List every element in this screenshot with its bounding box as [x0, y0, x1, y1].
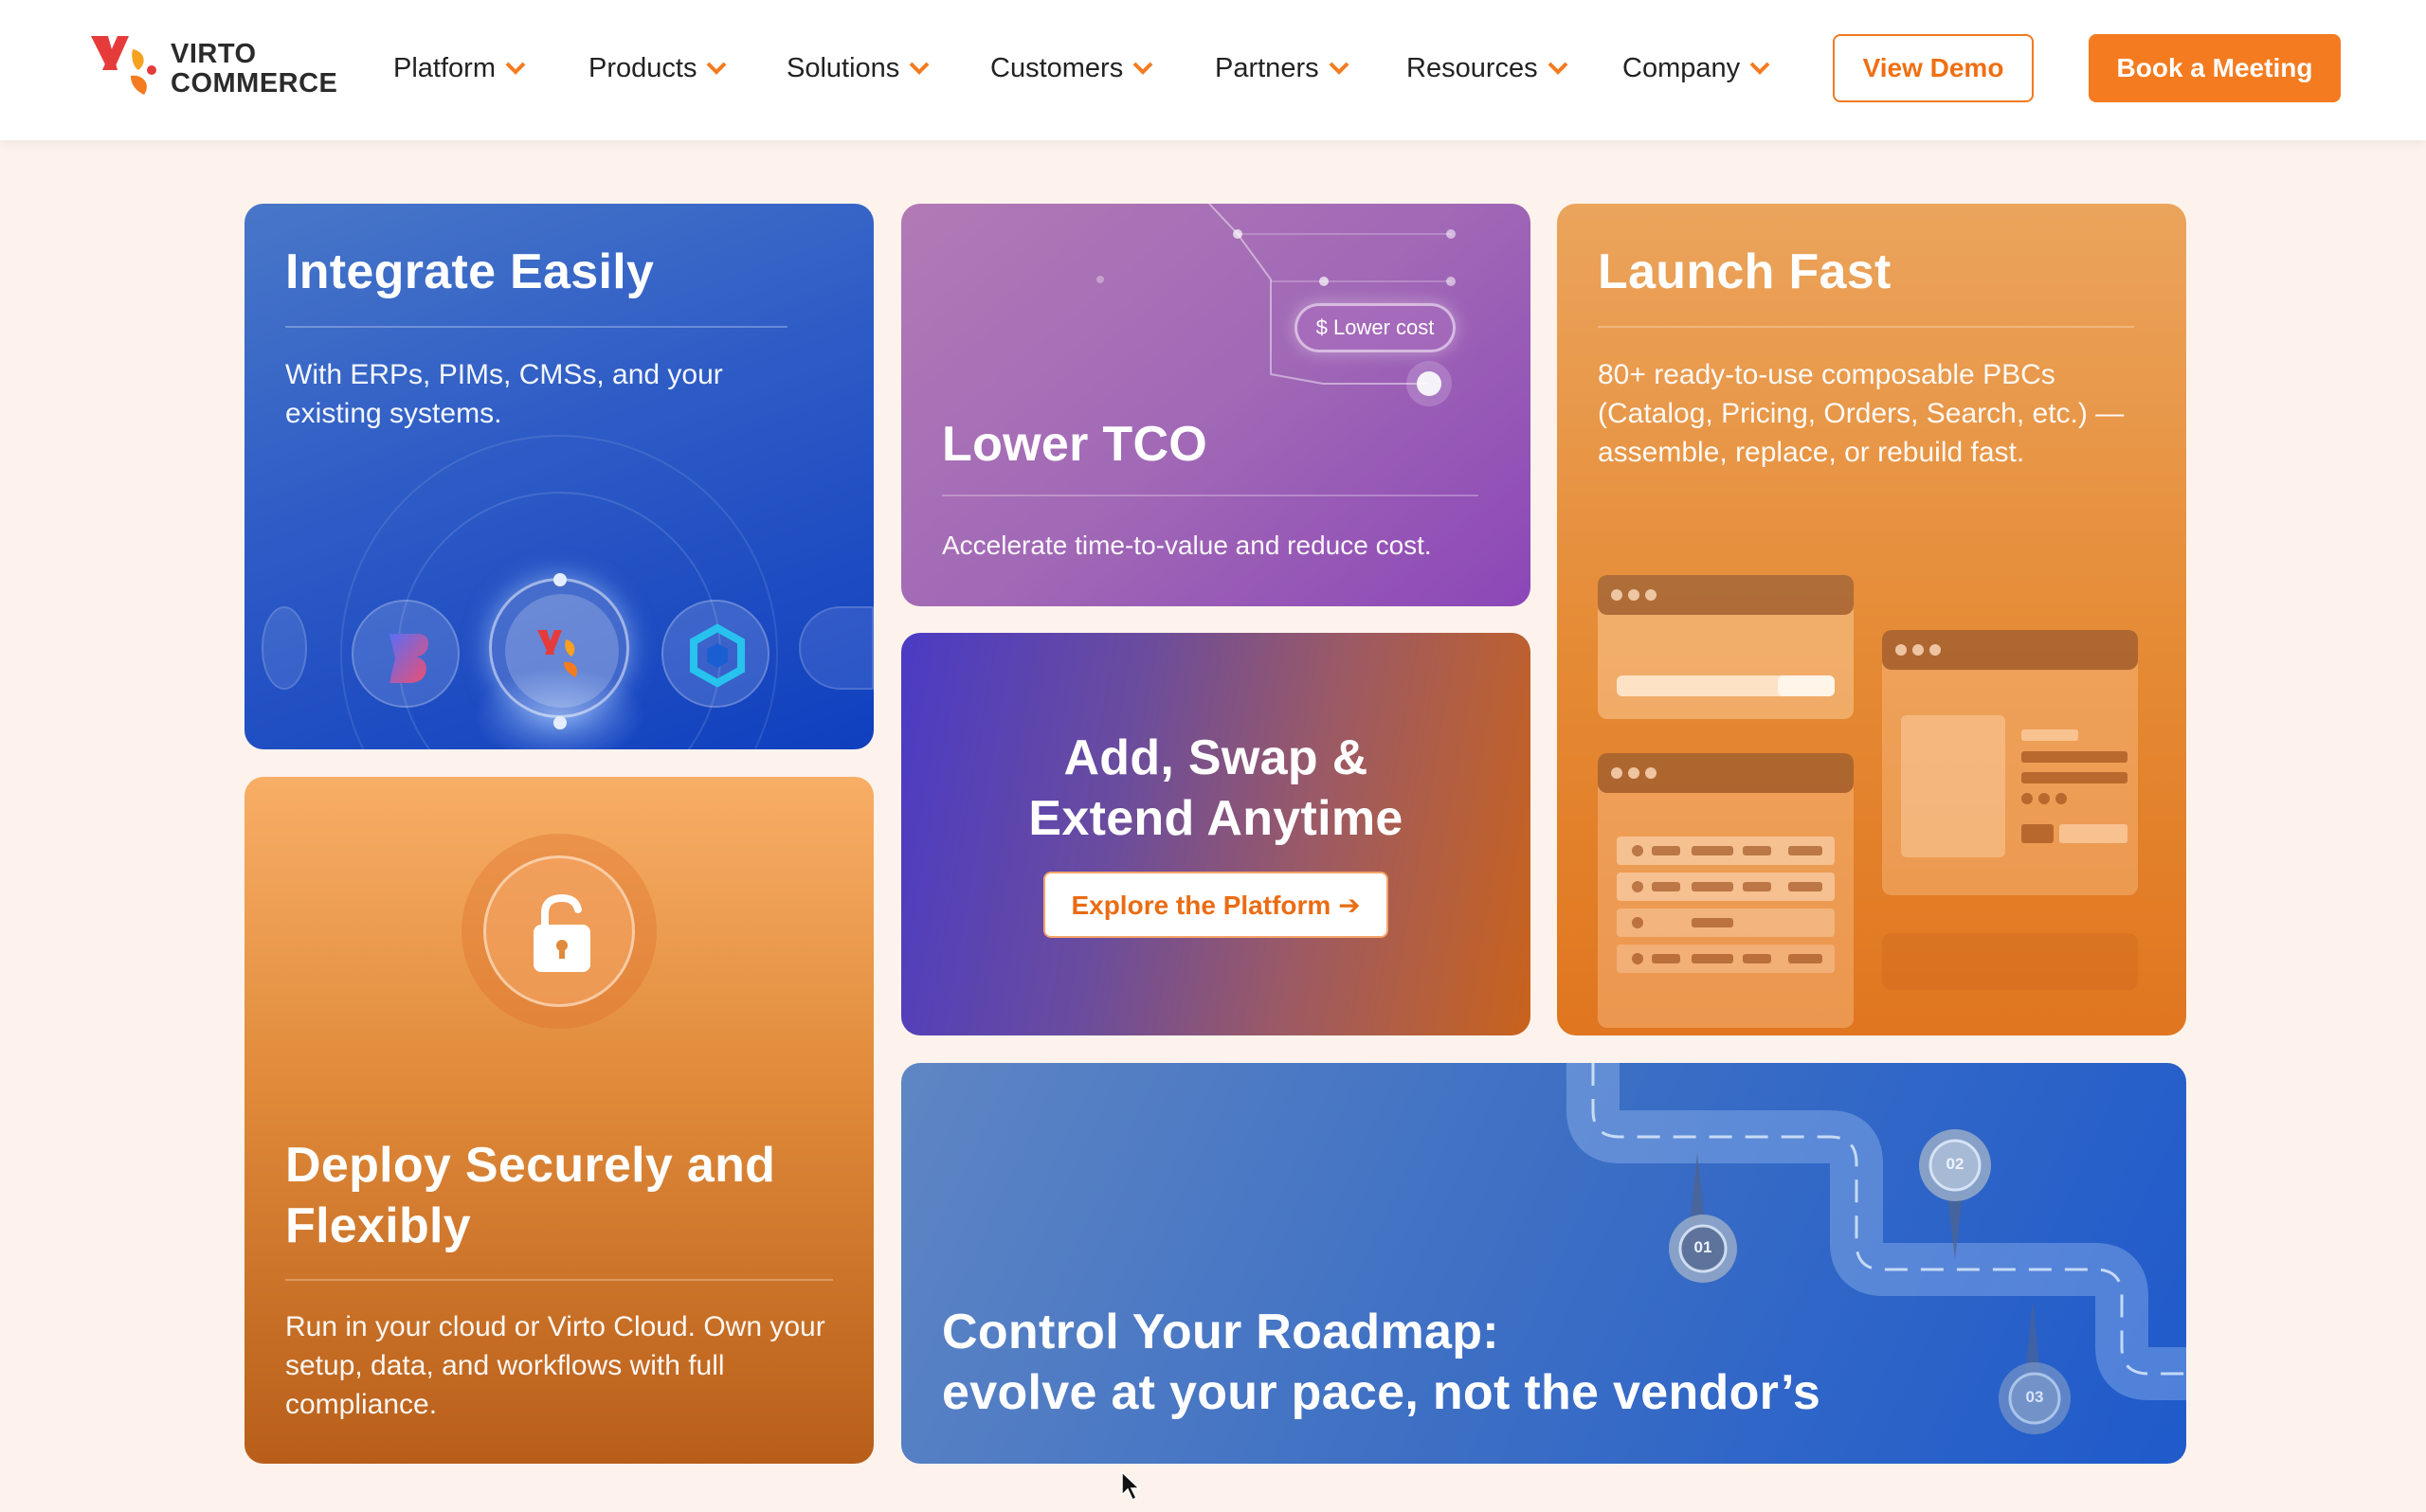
- card-lower-tco: $ Lower cost Lower TCO Accelerate time-t…: [901, 204, 1530, 606]
- card-control-roadmap: 01 02 03 Control Your Roadmap: evolve at…: [901, 1063, 2186, 1464]
- card-body: Run in your cloud or Virto Cloud. Own yo…: [285, 1311, 825, 1420]
- site-header: VIRTO COMMERCE Platform Products Solutio…: [0, 0, 2426, 140]
- brand-b-icon: [389, 634, 428, 683]
- nav-label: Resources: [1406, 52, 1538, 83]
- view-demo-button[interactable]: View Demo: [1833, 34, 2034, 102]
- chevron-down-icon: [1749, 62, 1770, 75]
- divider: [285, 1279, 833, 1281]
- milestone-pin-label: 01: [1693, 1238, 1712, 1256]
- bigcommerce-logo-circle: [352, 600, 460, 708]
- milestone-pin-label: 02: [1946, 1155, 1964, 1173]
- chevron-down-icon: [707, 62, 727, 75]
- divider: [942, 495, 1478, 496]
- nav-label: Platform: [393, 52, 496, 83]
- card-integrate-easily: Integrate Easily With ERPs, PIMs, CMSs, …: [244, 204, 874, 749]
- card-title: Add, Swap & Extend Anytime: [1028, 730, 1403, 846]
- nav-platform[interactable]: Platform: [393, 49, 526, 87]
- nav-company[interactable]: Company: [1622, 49, 1770, 87]
- nav-label: Products: [588, 52, 697, 83]
- mouse-cursor-icon: [1121, 1470, 1141, 1502]
- card-body: Accelerate time-to-value and reduce cost…: [942, 531, 1432, 560]
- logo-mark-icon: [91, 36, 156, 95]
- nav-label: Company: [1622, 52, 1741, 83]
- chevron-down-icon: [1132, 62, 1153, 75]
- partial-logo-circle-left: [262, 606, 307, 690]
- virto-logo-icon: [505, 594, 619, 708]
- card-deploy-securely: Deploy Securely and Flexibly Run in your…: [244, 777, 874, 1464]
- cube-brand-icon: [690, 623, 745, 688]
- nav-solutions[interactable]: Solutions: [787, 49, 930, 87]
- chevron-down-icon: [1329, 62, 1349, 75]
- chevron-down-icon: [1548, 62, 1568, 75]
- milestone-pin-label: 03: [2025, 1388, 2044, 1406]
- chevron-down-icon: [505, 62, 526, 75]
- book-meeting-button[interactable]: Book a Meeting: [2089, 34, 2341, 102]
- chevron-down-icon: [909, 62, 930, 75]
- card-launch-fast: Launch Fast 80+ ready-to-use composable …: [1557, 204, 2186, 1035]
- lock-circle: [483, 855, 635, 1007]
- nav-label: Solutions: [787, 52, 900, 83]
- card-title: Lower TCO: [942, 417, 1208, 472]
- composable-windows-illustration: [1598, 575, 2138, 1028]
- virto-center-circle: [489, 578, 629, 718]
- nav-partners[interactable]: Partners: [1215, 49, 1349, 87]
- explore-platform-button[interactable]: Explore the Platform ➔: [1043, 872, 1388, 938]
- virto-commerce-logo[interactable]: VIRTO COMMERCE: [89, 32, 338, 104]
- logo-wordmark: VIRTO COMMERCE: [171, 39, 338, 99]
- lower-cost-pill: $ Lower cost: [1294, 303, 1456, 352]
- nav-label: Partners: [1215, 52, 1319, 83]
- nav-label: Customers: [990, 52, 1124, 83]
- nav-products[interactable]: Products: [588, 49, 727, 87]
- nav-resources[interactable]: Resources: [1406, 49, 1568, 87]
- orbit-node: [553, 573, 567, 586]
- card-add-swap-extend: Add, Swap & Extend Anytime Explore the P…: [901, 633, 1530, 1035]
- unlock-icon: [534, 893, 590, 972]
- partial-logo-circle-right: [799, 606, 874, 690]
- orbit-node: [553, 716, 567, 729]
- cube-logo-circle: [661, 600, 769, 708]
- card-title: Control Your Roadmap: evolve at your pac…: [942, 1305, 1821, 1420]
- card-title: Deploy Securely and Flexibly: [285, 1138, 776, 1253]
- nav-customers[interactable]: Customers: [990, 49, 1153, 87]
